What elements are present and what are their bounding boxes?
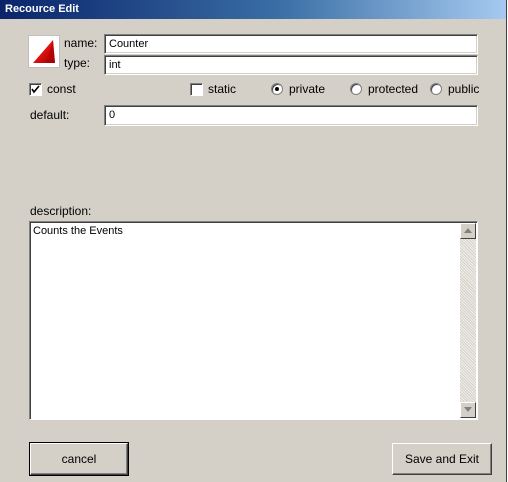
cancel-button[interactable]: cancel	[29, 442, 129, 476]
type-field[interactable]: int	[104, 55, 478, 75]
save-and-exit-button[interactable]: Save and Exit	[392, 443, 492, 475]
name-field[interactable]: Counter	[104, 34, 478, 54]
cancel-button-label: cancel	[61, 452, 97, 466]
scroll-up-arrow-icon	[464, 228, 472, 233]
const-checkbox[interactable]	[29, 83, 42, 96]
protected-radio[interactable]	[350, 83, 362, 95]
save-and-exit-label: Save and Exit	[404, 452, 480, 466]
protected-label: protected	[368, 82, 419, 96]
checkmark-icon	[31, 85, 40, 94]
description-scrollbar[interactable]	[460, 223, 476, 418]
red-triangle-icon	[28, 35, 60, 68]
public-radio[interactable]	[430, 83, 442, 95]
type-label: type:	[64, 56, 91, 70]
scroll-up-button[interactable]	[460, 223, 476, 239]
static-label: static	[208, 82, 237, 96]
scroll-down-button[interactable]	[460, 402, 476, 418]
title-bar[interactable]: Recource Edit	[0, 0, 506, 19]
description-text: Counts the Events	[33, 225, 123, 237]
description-label: description:	[30, 204, 92, 218]
private-radio[interactable]	[271, 83, 283, 95]
static-checkbox[interactable]	[190, 83, 203, 96]
scroll-down-arrow-icon	[464, 407, 472, 412]
description-textarea[interactable]: Counts the Events	[29, 221, 478, 420]
default-label: default:	[30, 108, 70, 122]
radio-selected-dot	[275, 87, 279, 91]
resource-edit-dialog: Recource Edit name: Counter type: int co…	[0, 0, 507, 482]
window-title: Recource Edit	[5, 3, 79, 15]
const-label: const	[47, 82, 76, 96]
name-label: name:	[64, 36, 98, 50]
default-field[interactable]: 0	[104, 105, 478, 126]
private-label: private	[289, 82, 326, 96]
public-label: public	[448, 82, 480, 96]
